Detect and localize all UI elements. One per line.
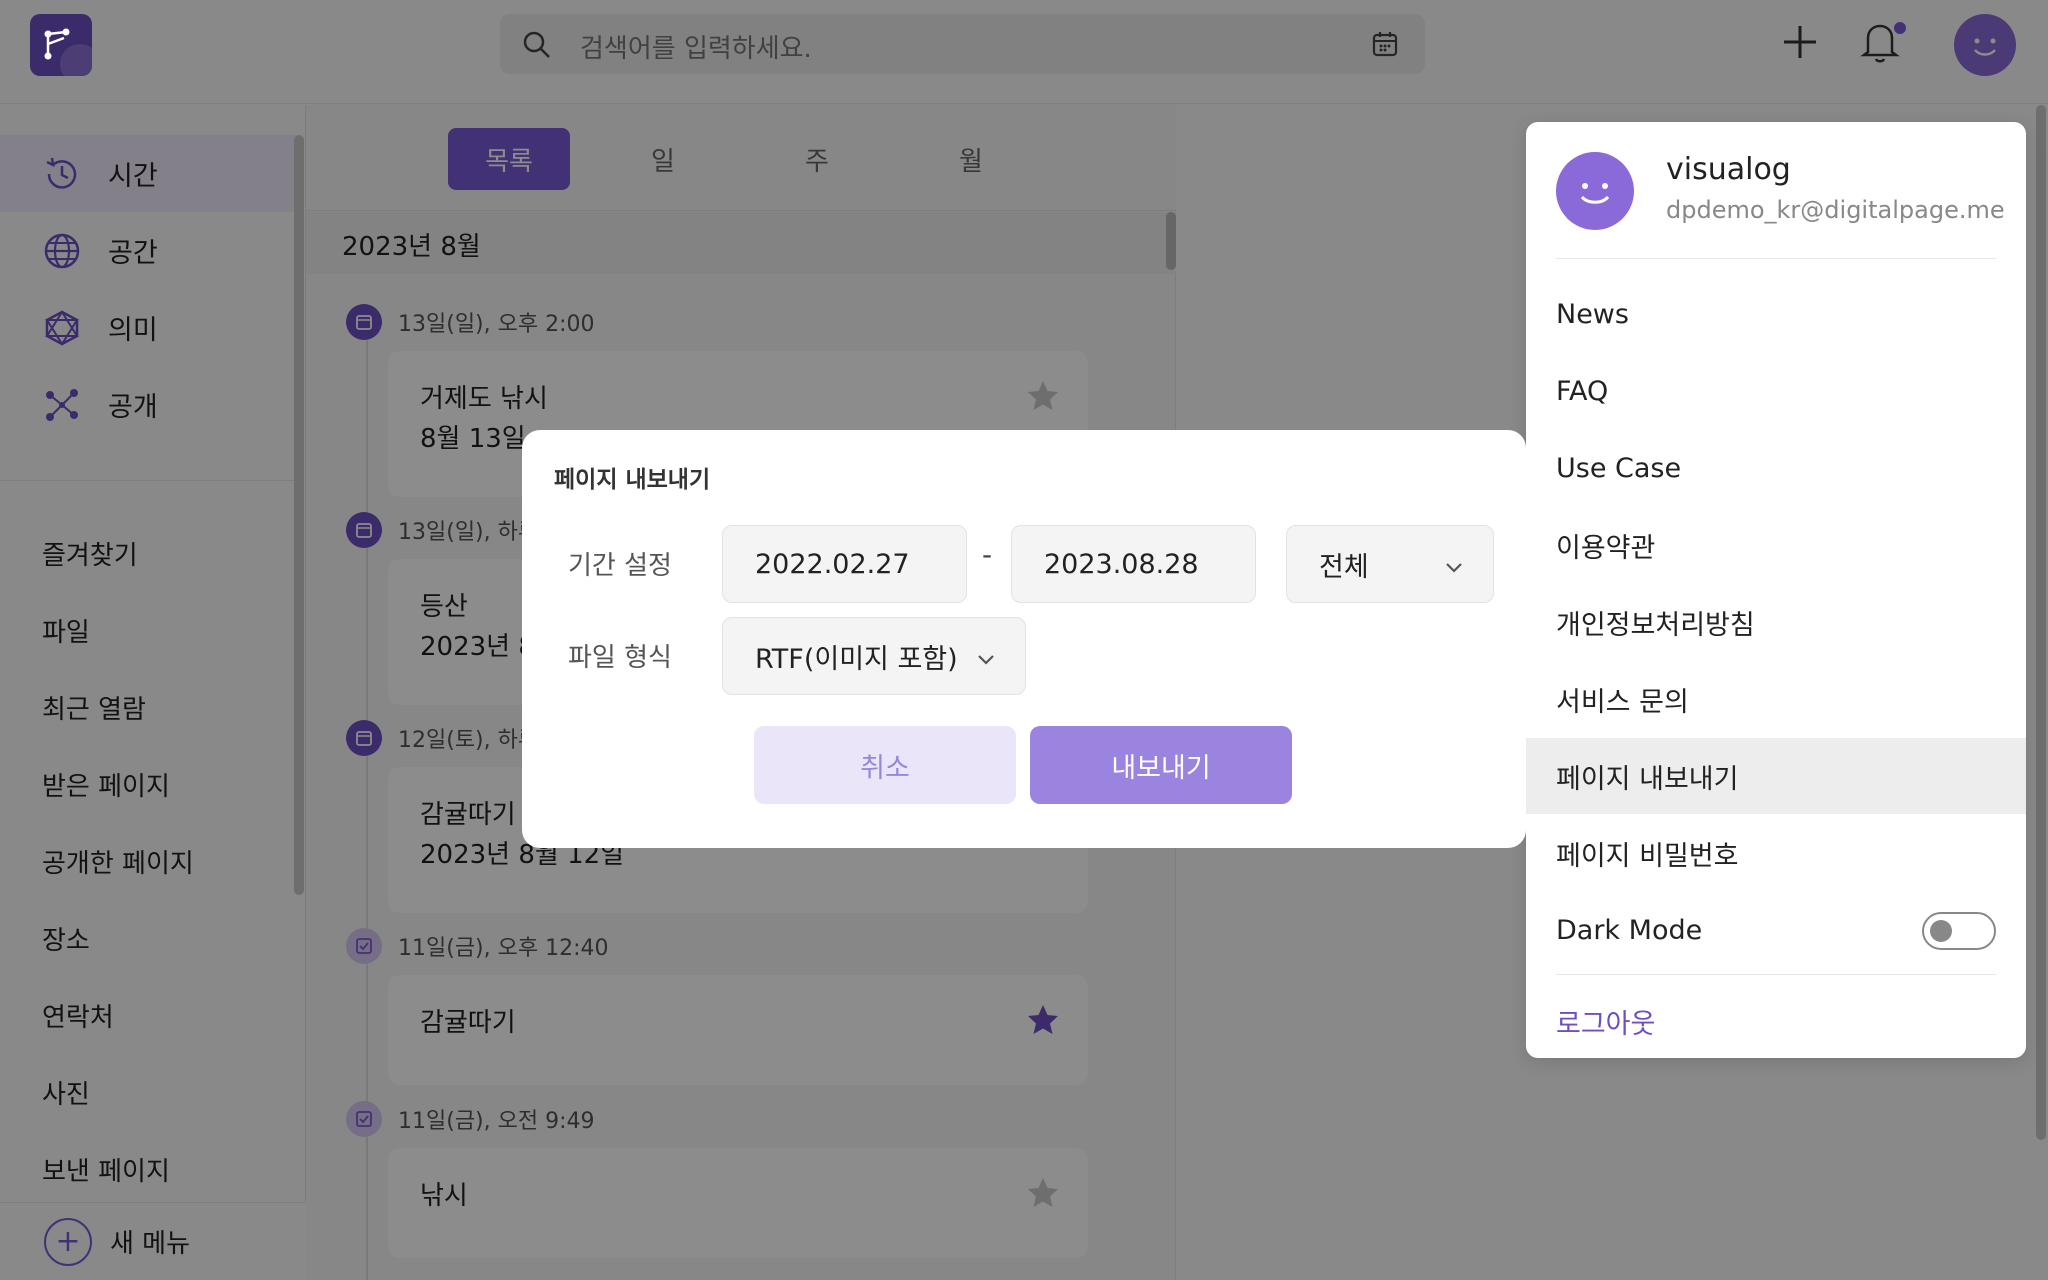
format-value: RTF(이미지 포함)	[755, 643, 958, 675]
dark-mode-toggle[interactable]	[1922, 912, 1996, 950]
scope-value: 전체	[1319, 551, 1369, 583]
logout-link[interactable]: 로그아웃	[1556, 1002, 1655, 1041]
menu-item-support[interactable]: 서비스 문의	[1526, 661, 2026, 737]
user-email: dpdemo_kr@digitalpage.me	[1666, 196, 2005, 224]
cancel-button[interactable]: 취소	[754, 726, 1016, 804]
menu-item-use-case[interactable]: Use Case	[1526, 430, 2026, 506]
avatar	[1556, 152, 1634, 230]
format-label: 파일 형식	[568, 643, 672, 673]
user-name: visualog	[1666, 152, 1791, 187]
menu-divider	[1556, 974, 1996, 975]
user-menu: visualog dpdemo_kr@digitalpage.me News F…	[1526, 122, 2026, 1058]
scope-select[interactable]: 전체	[1286, 525, 1494, 603]
period-label: 기간 설정	[568, 551, 672, 581]
menu-divider	[1556, 258, 1996, 259]
export-button[interactable]: 내보내기	[1030, 726, 1292, 804]
format-select[interactable]: RTF(이미지 포함)	[722, 617, 1026, 695]
menu-item-dark-mode[interactable]: Dark Mode	[1526, 892, 2026, 968]
menu-item-export-pages[interactable]: 페이지 내보내기	[1526, 738, 2026, 814]
chevron-down-icon	[1443, 554, 1465, 585]
date-range-dash: -	[982, 538, 993, 571]
menu-item-page-password[interactable]: 페이지 비밀번호	[1526, 815, 2026, 891]
start-date-field[interactable]: 2022.02.27	[722, 525, 967, 603]
menu-item-news[interactable]: News	[1526, 276, 2026, 352]
menu-item-terms[interactable]: 이용약관	[1526, 507, 2026, 583]
end-date-field[interactable]: 2023.08.28	[1011, 525, 1256, 603]
dialog-title: 페이지 내보내기	[554, 467, 711, 493]
chevron-down-icon	[975, 646, 997, 677]
export-dialog: 페이지 내보내기 기간 설정 2022.02.27 - 2023.08.28 전…	[522, 430, 1526, 848]
dark-mode-label: Dark Mode	[1556, 914, 1703, 946]
menu-item-faq[interactable]: FAQ	[1526, 353, 2026, 429]
menu-item-privacy[interactable]: 개인정보처리방침	[1526, 584, 2026, 660]
